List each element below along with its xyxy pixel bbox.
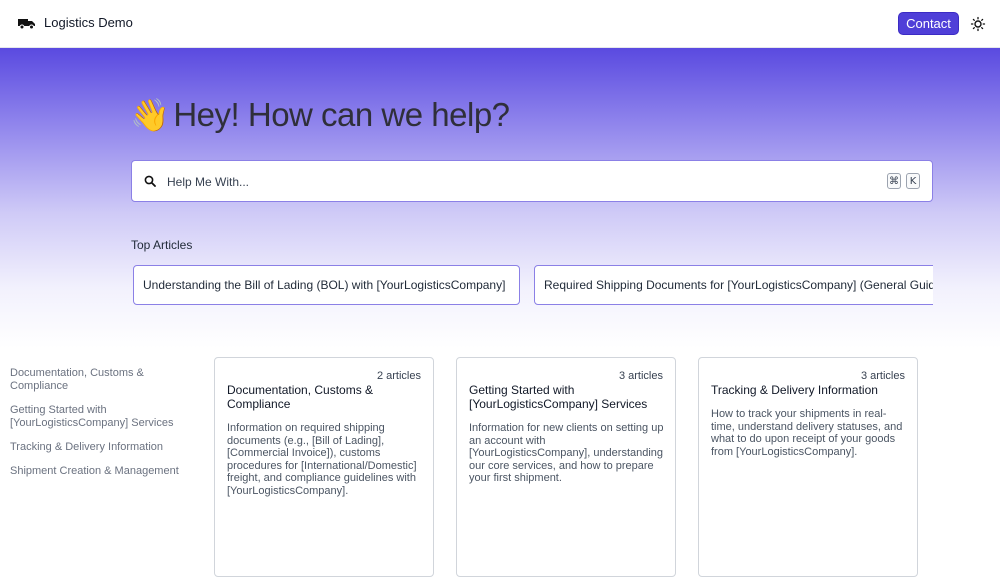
category-card-getting-started[interactable]: 3 articles Getting Started with [YourLog… xyxy=(456,357,676,577)
hero-title-text: Hey! How can we help? xyxy=(173,96,510,133)
sidebar-item-tracking[interactable]: Tracking & Delivery Information xyxy=(10,441,180,454)
top-articles-carousel[interactable]: Understanding the Bill of Lading (BOL) w… xyxy=(131,265,933,307)
waving-hand-icon: 👋 xyxy=(130,97,170,133)
sidebar-item-shipment-creation[interactable]: Shipment Creation & Management xyxy=(10,465,180,478)
search-input[interactable] xyxy=(165,171,869,193)
category-description: How to track your shipments in real-time… xyxy=(711,408,903,458)
category-description: Information for new clients on setting u… xyxy=(469,422,664,485)
search-icon xyxy=(144,175,156,187)
article-count: 3 articles xyxy=(618,370,663,382)
brand-name[interactable]: Logistics Demo xyxy=(44,15,133,30)
truck-icon[interactable] xyxy=(18,16,36,30)
category-title: Documentation, Customs & Compliance xyxy=(227,383,374,411)
category-title: Getting Started with [YourLogisticsCompa… xyxy=(469,383,648,411)
category-card-tracking[interactable]: 3 articles Tracking & Delivery Informati… xyxy=(698,357,918,577)
shortcut-command-key: ⌘ xyxy=(887,173,901,189)
search-box[interactable]: ⌘ K xyxy=(131,160,933,202)
top-navbar: Logistics Demo Contact xyxy=(0,0,1000,48)
article-count: 3 articles xyxy=(860,370,905,382)
article-count: 2 articles xyxy=(376,370,421,382)
category-sidebar: Documentation, Customs & Compliance Gett… xyxy=(10,367,180,489)
shortcut-k-key: K xyxy=(906,173,920,189)
top-article-card[interactable]: Understanding the Bill of Lading (BOL) w… xyxy=(133,265,520,305)
contact-button[interactable]: Contact xyxy=(898,12,959,35)
sidebar-item-getting-started[interactable]: Getting Started with [YourLogisticsCompa… xyxy=(10,404,180,430)
top-article-card[interactable]: Required Shipping Documents for [YourLog… xyxy=(534,265,933,305)
sun-icon[interactable] xyxy=(970,16,986,32)
category-description: Information on required shipping documen… xyxy=(227,422,417,497)
hero-section: 👋Hey! How can we help? ⌘ K Top Articles … xyxy=(0,48,1000,348)
top-articles-heading: Top Articles xyxy=(131,238,193,252)
sidebar-item-documentation[interactable]: Documentation, Customs & Compliance xyxy=(10,367,180,393)
category-card-documentation[interactable]: 2 articles Documentation, Customs & Comp… xyxy=(214,357,434,577)
hero-title: 👋 Hey! How can we help? xyxy=(130,96,510,134)
category-title: Tracking & Delivery Information xyxy=(711,383,878,397)
